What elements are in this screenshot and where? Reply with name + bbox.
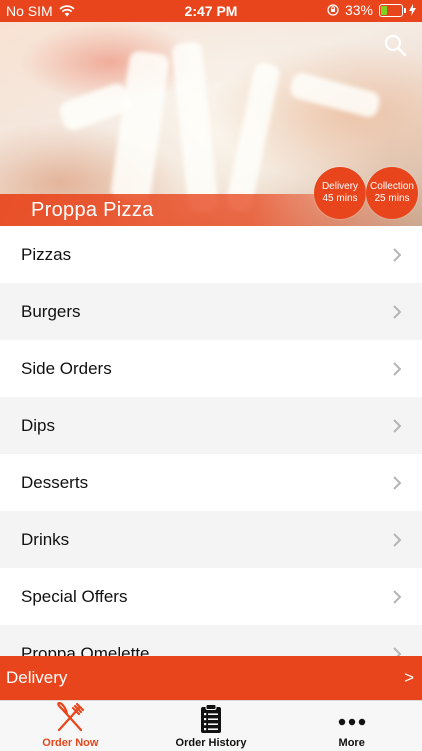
collection-time-badge: Collection 25 mins <box>366 167 418 219</box>
tab-order-now[interactable]: Order Now <box>0 701 141 751</box>
delivery-mode-bar[interactable]: Delivery > <box>0 656 422 700</box>
menu-item-special-offers[interactable]: Special Offers <box>0 568 422 625</box>
tab-more[interactable]: More <box>281 701 422 751</box>
orientation-lock-icon <box>327 4 339 16</box>
chevron-right-icon <box>393 646 402 656</box>
tab-label: Order History <box>175 737 247 749</box>
status-right: 33% <box>327 2 416 18</box>
more-dots-icon <box>338 718 365 726</box>
menu-item-label: Desserts <box>21 472 89 492</box>
clipboard-list-icon <box>201 704 221 733</box>
collection-badge-value: 25 mins <box>374 193 410 204</box>
chevron-right-icon <box>393 475 402 490</box>
battery-icon <box>379 3 406 17</box>
collection-badge-label: Collection <box>370 181 414 192</box>
chevron-right-icon <box>393 304 402 319</box>
delivery-badge-label: Delivery <box>321 181 359 192</box>
menu-category-list: Pizzas Burgers Side Orders Dips Desserts… <box>0 226 422 656</box>
menu-item-burgers[interactable]: Burgers <box>0 283 422 340</box>
tab-label: More <box>338 737 365 749</box>
menu-item-label: Side Orders <box>21 358 112 378</box>
menu-item-proppa-omelette[interactable]: Proppa Omelette <box>0 625 422 656</box>
restaurant-hero-image: Proppa Pizza Delivery 45 mins Collection… <box>0 22 422 226</box>
menu-item-label: Drinks <box>21 529 70 549</box>
menu-item-pizzas[interactable]: Pizzas <box>0 226 422 283</box>
menu-item-label: Dips <box>21 415 56 435</box>
menu-item-desserts[interactable]: Desserts <box>0 454 422 511</box>
status-bar: No SIM 2:47 PM 33% <box>0 0 422 22</box>
chevron-right-icon <box>393 247 402 262</box>
menu-item-drinks[interactable]: Drinks <box>0 511 422 568</box>
charging-bolt-icon <box>409 4 416 16</box>
tab-bar: Order Now Order History More <box>0 700 422 751</box>
battery-level <box>381 5 388 15</box>
battery-percent: 33% <box>344 2 373 18</box>
delivery-arrow: > <box>404 668 414 687</box>
menu-item-label: Burgers <box>21 301 81 321</box>
restaurant-name: Proppa Pizza <box>31 199 154 221</box>
chevron-right-icon <box>393 361 402 376</box>
tab-label: Order Now <box>42 737 99 749</box>
menu-item-label: Pizzas <box>21 244 72 264</box>
menu-item-label: Special Offers <box>21 586 128 606</box>
tab-order-history[interactable]: Order History <box>141 701 282 751</box>
chevron-right-icon <box>393 589 402 604</box>
chevron-right-icon <box>393 418 402 433</box>
chevron-right-icon <box>393 532 402 547</box>
menu-item-side-orders[interactable]: Side Orders <box>0 340 422 397</box>
delivery-time-badge: Delivery 45 mins <box>314 167 366 219</box>
fork-knife-icon <box>57 702 85 732</box>
delivery-mode-label: Delivery <box>6 668 68 687</box>
delivery-badge-value: 45 mins <box>322 193 358 204</box>
menu-item-label: Proppa Omelette <box>21 643 150 657</box>
search-icon[interactable] <box>382 32 408 58</box>
menu-item-dips[interactable]: Dips <box>0 397 422 454</box>
